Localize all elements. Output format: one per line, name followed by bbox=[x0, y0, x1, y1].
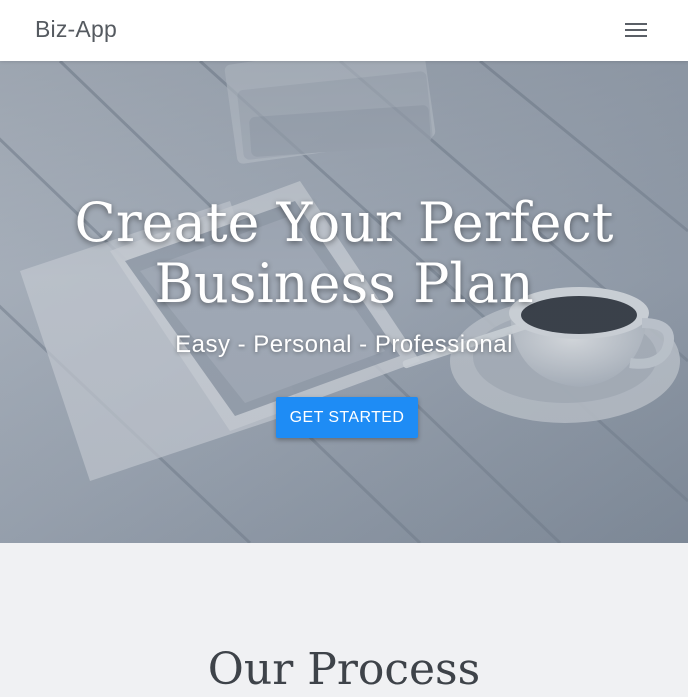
hamburger-menu-icon[interactable] bbox=[614, 14, 658, 46]
section-title-our-process: Our Process bbox=[207, 644, 481, 695]
hero-section: Create Your Perfect Business Plan Easy -… bbox=[0, 61, 688, 543]
hero-title-line-2: Business Plan bbox=[154, 252, 534, 315]
menu-bar-bottom bbox=[625, 35, 647, 37]
hero-title: Create Your Perfect Business Plan bbox=[0, 192, 688, 314]
top-navbar: Biz-App bbox=[0, 0, 688, 61]
menu-bar-top bbox=[625, 23, 647, 25]
menu-bar-middle bbox=[625, 29, 647, 31]
hero-title-line-1: Create Your Perfect bbox=[74, 191, 614, 254]
brand-logo-link[interactable]: Biz-App bbox=[35, 16, 117, 43]
process-section: Our Process bbox=[0, 543, 688, 695]
get-started-button[interactable]: GET STARTED bbox=[276, 397, 418, 438]
hero-subtitle: Easy - Personal - Professional bbox=[175, 331, 513, 358]
